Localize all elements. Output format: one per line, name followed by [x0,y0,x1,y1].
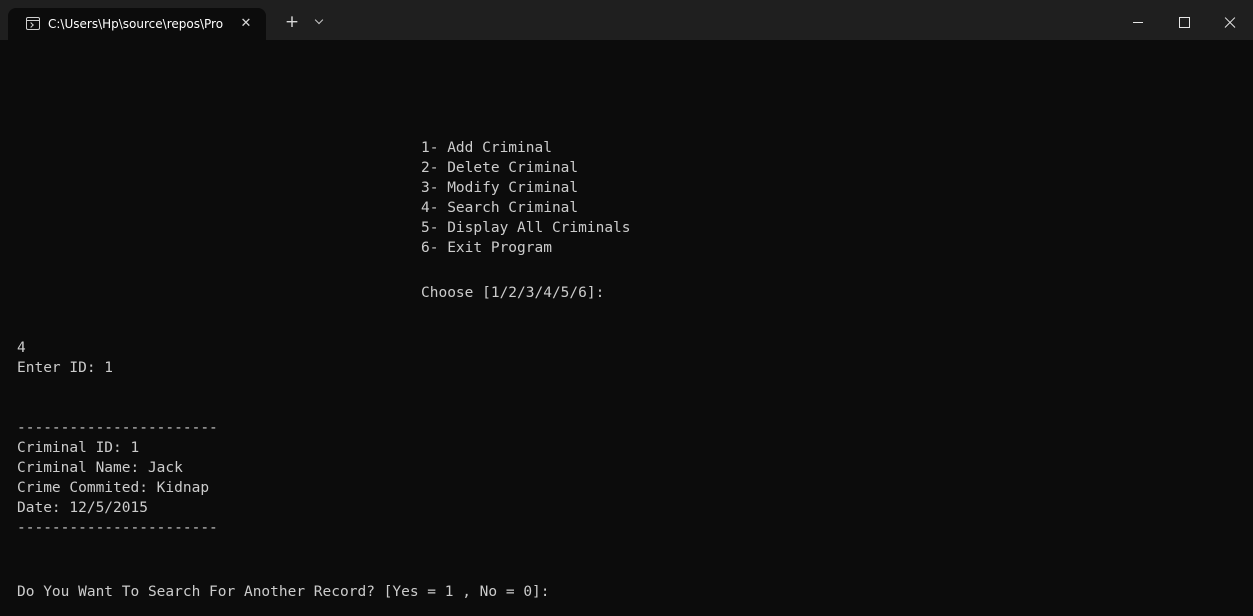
separator-top: ----------------------- [17,420,218,436]
user-choice: 4 [17,340,26,356]
tab-title: C:\Users\Hp\source\repos\Pro [48,17,224,31]
maximize-icon[interactable] [1161,0,1207,40]
separator-bottom: ----------------------- [17,520,218,536]
menu-item-modify: 3- Modify Criminal [421,180,579,196]
minimize-icon[interactable] [1115,0,1161,40]
record-date: Date: 12/5/2015 [17,500,148,516]
new-tab-button[interactable]: + [282,12,302,32]
chevron-down-icon[interactable] [312,14,326,30]
terminal-window: C:\Users\Hp\source\repos\Pro ✕ + 1- Add … [0,0,1253,616]
menu-item-exit: 6- Exit Program [421,240,552,256]
menu-item-add: 1- Add Criminal [421,140,552,156]
enter-id-line: Enter ID: 1 [17,360,114,376]
record-id: Criminal ID: 1 [17,440,140,456]
menu-item-display-all: 5- Display All Criminals [421,220,631,236]
search-again-prompt: Do You Want To Search For Another Record… [17,584,550,600]
tab-close-button[interactable]: ✕ [236,14,256,34]
title-bar: C:\Users\Hp\source\repos\Pro ✕ + [0,0,1253,40]
record-name: Criminal Name: Jack [17,460,183,476]
choose-prompt: Choose [1/2/3/4/5/6]: [421,285,605,301]
record-crime: Crime Commited: Kidnap [17,480,210,496]
close-icon[interactable] [1207,0,1253,40]
console-icon [26,17,40,30]
menu-item-delete: 2- Delete Criminal [421,160,579,176]
menu-item-search: 4- Search Criminal [421,200,579,216]
terminal-tab[interactable]: C:\Users\Hp\source\repos\Pro ✕ [8,8,266,40]
